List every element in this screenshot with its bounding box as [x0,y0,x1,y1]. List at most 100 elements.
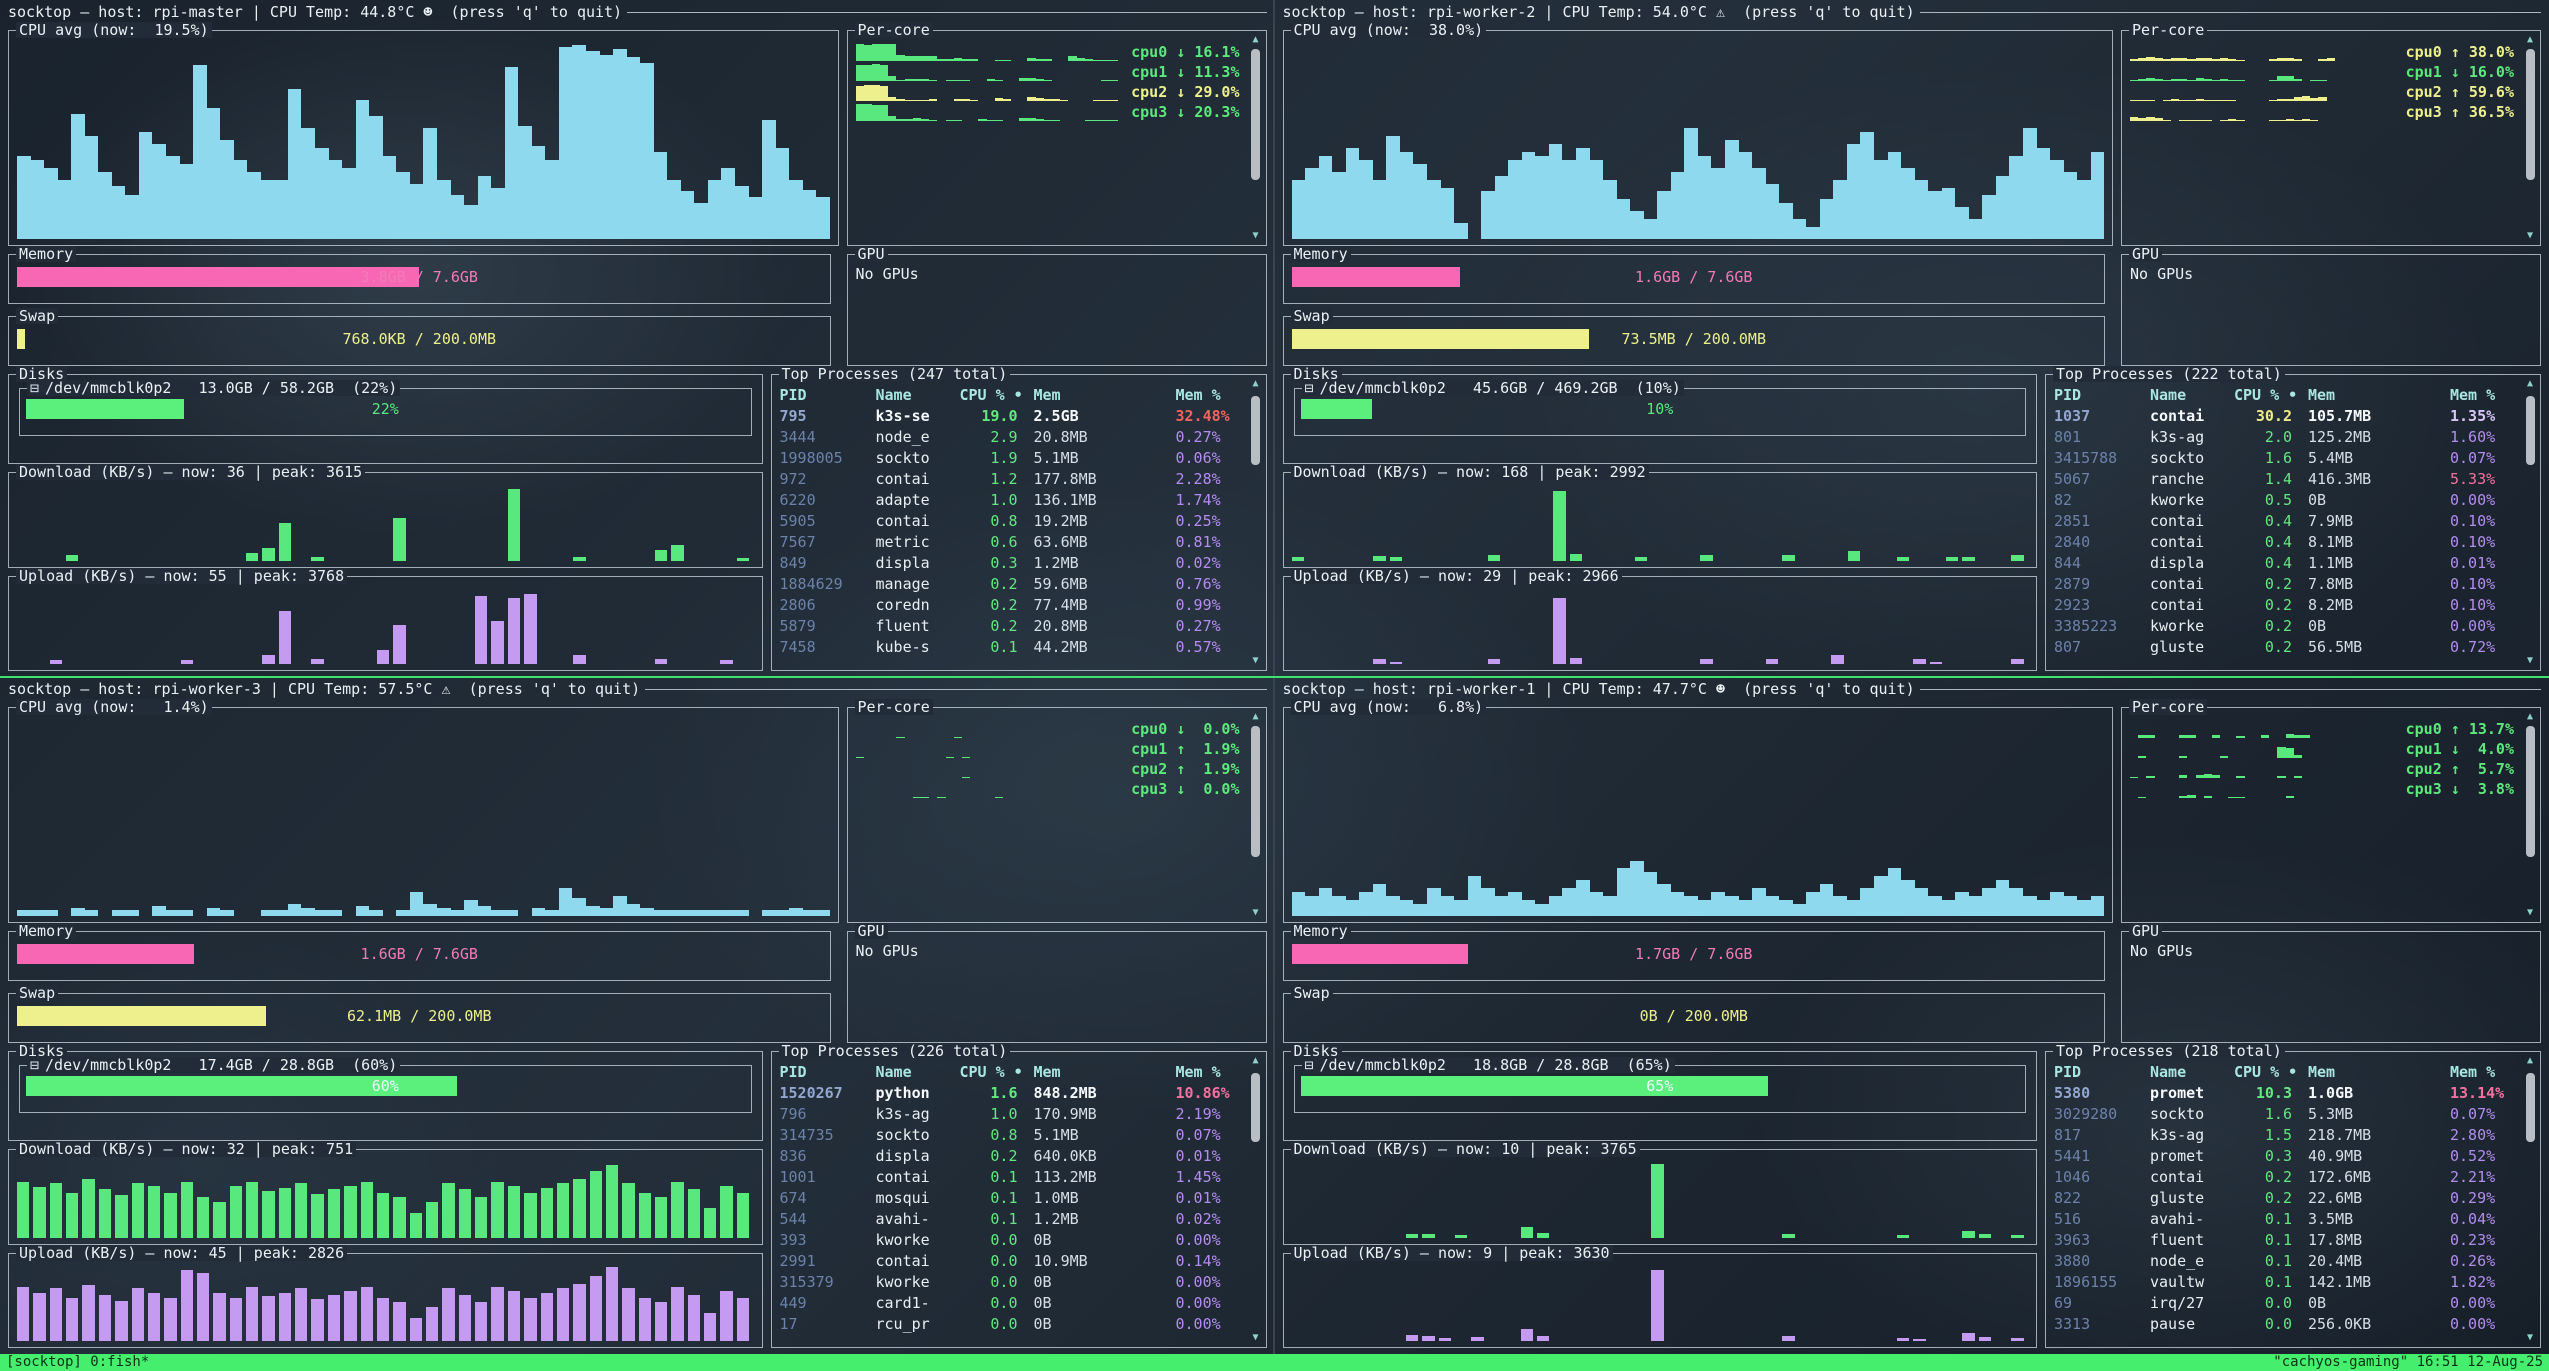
process-row[interactable]: 3444node_e2.920.8MB0.27% [780,427,1242,448]
scroll-up-icon[interactable]: ▲ [1252,35,1258,45]
process-row[interactable]: 3880node_e0.120.4MB0.26% [2054,1251,2516,1272]
pane-rpi-worker-2[interactable]: socktop — host: rpi-worker-2 | CPU Temp:… [1275,0,2549,677]
tmux-horizontal-pane-divider-active[interactable] [0,676,2549,678]
process-row[interactable]: 1001contai0.1113.2MB1.45% [780,1167,1242,1188]
process-scrollbar[interactable]: ▲▼ [1249,379,1263,666]
process-column-header[interactable]: Name [2150,385,2234,406]
process-row[interactable]: 1046contai0.2172.6MB2.21% [2054,1167,2516,1188]
process-row[interactable]: 5380promet10.31.0GB13.14% [2054,1083,2516,1104]
scroll-up-icon[interactable]: ▲ [2527,1056,2533,1066]
per-core-scrollbar[interactable]: ▲▼ [1249,35,1263,241]
scroll-down-icon[interactable]: ▼ [2527,231,2533,241]
process-scrollbar[interactable]: ▲▼ [2523,1056,2537,1343]
process-column-header[interactable]: Mem % [1162,1062,1242,1083]
process-row[interactable]: 795k3s-se19.02.5GB32.48% [780,406,1242,427]
scroll-up-icon[interactable]: ▲ [1252,1056,1258,1066]
process-scrollbar[interactable]: ▲▼ [1249,1056,1263,1343]
process-row[interactable]: 2806coredn0.277.4MB0.99% [780,595,1242,616]
process-row[interactable]: 1520267python1.6848.2MB10.86% [780,1083,1242,1104]
pane-rpi-master[interactable]: socktop — host: rpi-master | CPU Temp: 4… [0,0,1275,677]
process-row[interactable]: 1037contai30.2105.7MB1.35% [2054,406,2516,427]
process-row[interactable]: 2879contai0.27.8MB0.10% [2054,574,2516,595]
scroll-track[interactable] [2526,724,2535,906]
scroll-up-icon[interactable]: ▲ [2527,712,2533,722]
process-row[interactable]: 516avahi-0.13.5MB0.04% [2054,1209,2516,1230]
process-row[interactable]: 849displa0.31.2MB0.02% [780,553,1242,574]
scroll-thumb[interactable] [1251,396,1260,464]
process-row[interactable]: 82kworke0.50B0.00% [2054,490,2516,511]
scroll-up-icon[interactable]: ▲ [1252,379,1258,389]
process-column-header[interactable]: CPU % • [960,385,1018,406]
scroll-track[interactable] [2526,1068,2535,1331]
process-column-header[interactable]: PID [780,385,876,406]
process-column-header[interactable]: Mem [1018,385,1162,406]
process-row[interactable]: 836displa0.2640.0KB0.01% [780,1146,1242,1167]
process-row[interactable]: 314735sockto0.85.1MB0.07% [780,1125,1242,1146]
process-row[interactable]: 7458kube-s0.144.2MB0.57% [780,637,1242,658]
process-column-header[interactable]: Mem [2292,1062,2436,1083]
process-column-header[interactable]: PID [2054,1062,2150,1083]
process-row[interactable]: 3029280sockto1.65.3MB0.07% [2054,1104,2516,1125]
process-row[interactable]: 3313pause0.0256.0KB0.00% [2054,1314,2516,1335]
process-column-header[interactable]: Mem [1018,1062,1162,1083]
process-row[interactable]: 2991contai0.010.9MB0.14% [780,1251,1242,1272]
scroll-down-icon[interactable]: ▼ [1252,231,1258,241]
scroll-thumb[interactable] [2526,396,2535,464]
scroll-thumb[interactable] [1251,1073,1260,1141]
scroll-down-icon[interactable]: ▼ [2527,908,2533,918]
process-row[interactable]: 817k3s-ag1.5218.7MB2.80% [2054,1125,2516,1146]
scroll-up-icon[interactable]: ▲ [1252,712,1258,722]
process-row[interactable]: 796k3s-ag1.0170.9MB2.19% [780,1104,1242,1125]
scroll-track[interactable] [1251,391,1260,654]
process-row[interactable]: 7567metric0.663.6MB0.81% [780,532,1242,553]
process-scrollbar[interactable]: ▲▼ [2523,379,2537,666]
process-column-header[interactable]: Name [876,1062,960,1083]
scroll-down-icon[interactable]: ▼ [2527,656,2533,666]
process-column-header[interactable]: Mem [2292,385,2436,406]
scroll-down-icon[interactable]: ▼ [1252,656,1258,666]
scroll-track[interactable] [1251,47,1260,229]
process-row[interactable]: 801k3s-ag2.0125.2MB1.60% [2054,427,2516,448]
per-core-scrollbar[interactable]: ▲▼ [2523,35,2537,241]
pane-rpi-worker-3[interactable]: socktop — host: rpi-worker-3 | CPU Temp:… [0,677,1275,1354]
process-row[interactable]: 1884629manage0.259.6MB0.76% [780,574,1242,595]
per-core-scrollbar[interactable]: ▲▼ [1249,712,1263,918]
process-row[interactable]: 5067ranche1.4416.3MB5.33% [2054,469,2516,490]
process-column-header[interactable]: Name [2150,1062,2234,1083]
process-column-header[interactable]: PID [780,1062,876,1083]
process-row[interactable]: 5441promet0.340.9MB0.52% [2054,1146,2516,1167]
process-row[interactable]: 844displa0.41.1MB0.01% [2054,553,2516,574]
process-row[interactable]: 544avahi-0.11.2MB0.02% [780,1209,1242,1230]
process-row[interactable]: 807gluste0.256.5MB0.72% [2054,637,2516,658]
scroll-down-icon[interactable]: ▼ [1252,908,1258,918]
process-row[interactable]: 822gluste0.222.6MB0.29% [2054,1188,2516,1209]
scroll-track[interactable] [1251,1068,1260,1331]
process-row[interactable]: 69irq/270.00B0.00% [2054,1293,2516,1314]
process-row[interactable]: 3415788sockto1.65.4MB0.07% [2054,448,2516,469]
process-row[interactable]: 972contai1.2177.8MB2.28% [780,469,1242,490]
process-row[interactable]: 2923contai0.28.2MB0.10% [2054,595,2516,616]
process-row[interactable]: 2851contai0.47.9MB0.10% [2054,511,2516,532]
tmux-session-window-label[interactable]: [socktop] 0:fish* [6,1354,149,1371]
process-row[interactable]: 1896155vaultw0.1142.1MB1.82% [2054,1272,2516,1293]
process-row[interactable]: 1998005sockto1.95.1MB0.06% [780,448,1242,469]
process-row[interactable]: 6220adapte1.0136.1MB1.74% [780,490,1242,511]
process-row[interactable]: 5905contai0.819.2MB0.25% [780,511,1242,532]
scroll-thumb[interactable] [2526,49,2535,180]
scroll-thumb[interactable] [1251,726,1260,857]
process-column-header[interactable]: CPU % • [2234,385,2292,406]
scroll-down-icon[interactable]: ▼ [2527,1333,2533,1343]
process-column-header[interactable]: Mem % [2436,1062,2516,1083]
process-column-header[interactable]: Mem % [1162,385,1242,406]
scroll-track[interactable] [2526,47,2535,229]
process-row[interactable]: 2840contai0.48.1MB0.10% [2054,532,2516,553]
process-column-header[interactable]: CPU % • [960,1062,1018,1083]
scroll-thumb[interactable] [2526,1073,2535,1141]
process-column-header[interactable]: CPU % • [2234,1062,2292,1083]
scroll-thumb[interactable] [1251,49,1260,180]
process-column-header[interactable]: PID [2054,385,2150,406]
process-row[interactable]: 674mosqui0.11.0MB0.01% [780,1188,1242,1209]
process-row[interactable]: 3963fluent0.117.8MB0.23% [2054,1230,2516,1251]
process-row[interactable]: 393kworke0.00B0.00% [780,1230,1242,1251]
process-row[interactable]: 17rcu_pr0.00B0.00% [780,1314,1242,1335]
